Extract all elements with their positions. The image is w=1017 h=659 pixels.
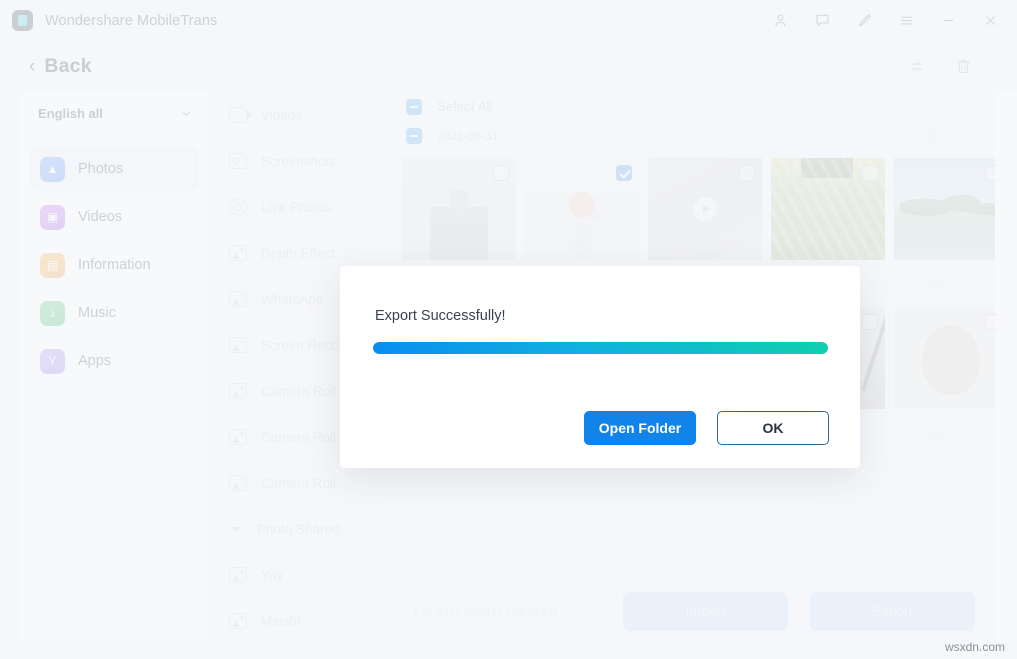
ok-button[interactable]: OK <box>717 411 829 445</box>
progress-bar <box>373 342 828 354</box>
app-window: Wondershare MobileTrans <box>0 0 1017 659</box>
dialog-buttons: Open Folder OK <box>584 411 829 445</box>
export-success-dialog: Export Successfully! Open Folder OK <box>340 266 860 468</box>
open-folder-button[interactable]: Open Folder <box>584 411 696 445</box>
progress-bar-fill <box>373 342 828 354</box>
watermark: wsxdn.com <box>945 640 1005 654</box>
dialog-title: Export Successfully! <box>375 308 506 324</box>
